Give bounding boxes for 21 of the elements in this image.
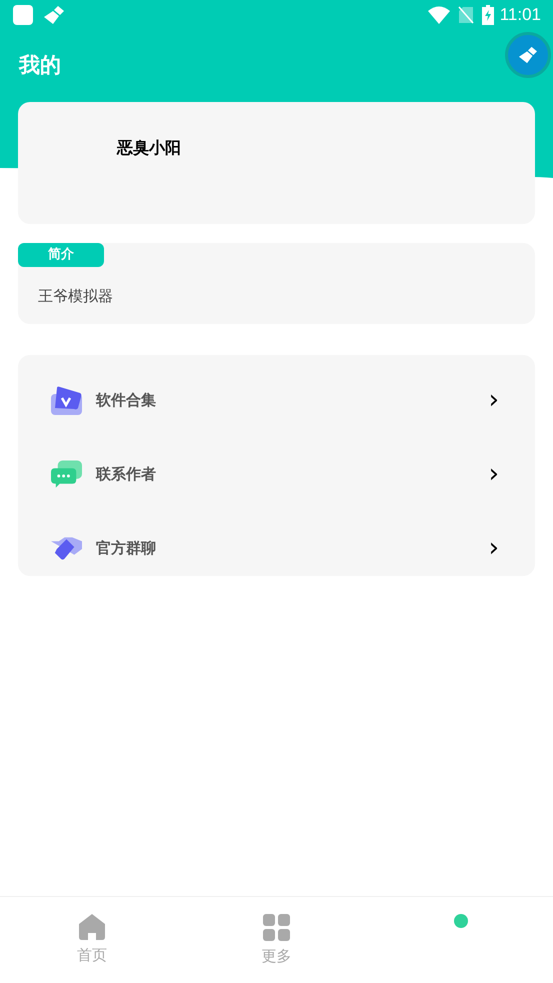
menu-item[interactable]: 软件合集 ›: [51, 380, 499, 420]
wifi-icon: [428, 6, 450, 24]
chevron-icon: ›: [488, 387, 499, 413]
chat-bubbles-icon: [51, 460, 82, 488]
broom-icon: [518, 46, 538, 64]
page-title: 我的: [19, 52, 61, 80]
menu-item[interactable]: 联系作者 ›: [51, 454, 499, 494]
no-sim-icon: [458, 6, 474, 24]
broom-icon: [43, 5, 65, 25]
intro-text: 王爷模拟器: [37, 286, 114, 307]
app-icon: [12, 4, 34, 26]
box-v-icon: [51, 386, 82, 414]
menu-item[interactable]: 官方群聊 ›: [51, 528, 499, 568]
intro-label: 简介: [18, 243, 104, 267]
home-icon: [79, 914, 106, 940]
user-icon: [454, 914, 468, 928]
chevron-icon: ›: [488, 461, 499, 487]
grid-icon: [262, 914, 290, 941]
clock-time: 11:01: [500, 4, 541, 26]
chevron-icon: ›: [488, 535, 499, 561]
user-name: 恶臭小阳: [117, 138, 181, 157]
